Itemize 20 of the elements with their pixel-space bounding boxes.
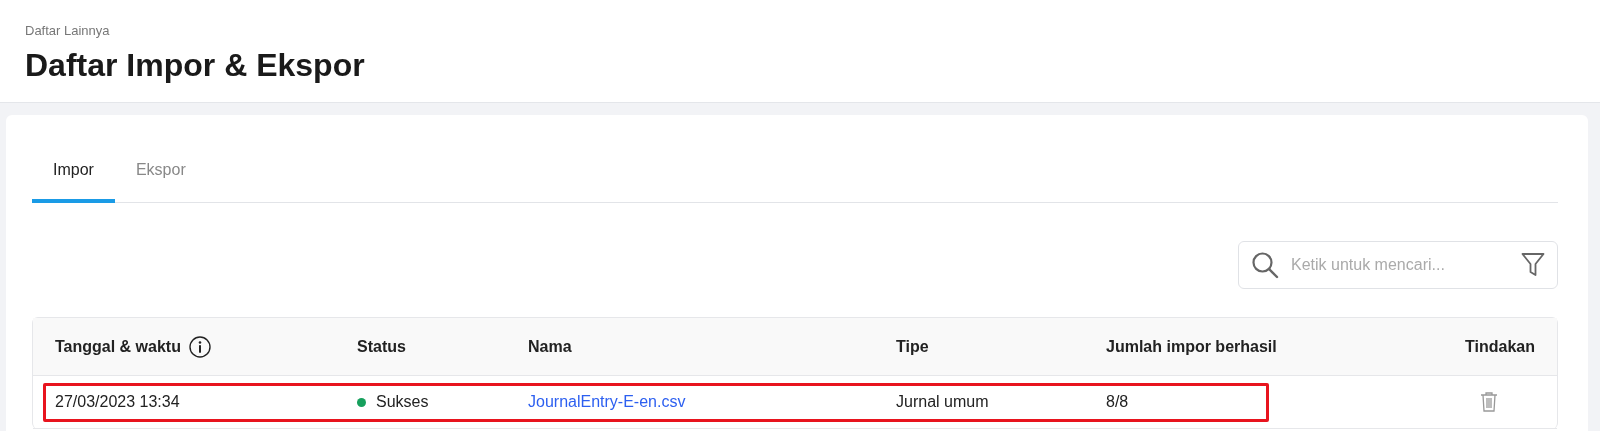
file-link[interactable]: JournalEntry-E-en.csv [528, 393, 686, 410]
column-header: Nama [528, 337, 572, 356]
tab[interactable]: Ekspor [114, 149, 207, 203]
delete-button[interactable] [1479, 391, 1499, 413]
column-header: Tindakan [1465, 337, 1535, 356]
table-cell-text: 8/8 [1106, 393, 1130, 411]
table-cell-text: 27/03/2023 13:34 [55, 393, 181, 411]
column-header: Jumlah impor berhasil [1106, 337, 1277, 356]
search-icon [1251, 251, 1279, 279]
column-header: Tipe [896, 337, 929, 356]
breadcrumb[interactable]: Daftar Lainnya [25, 23, 110, 38]
tab[interactable]: Impor [32, 149, 115, 203]
page-title: Daftar Impor & Ekspor [25, 47, 365, 84]
search-box[interactable]: Ketik untuk mencari... [1238, 241, 1558, 289]
column-header: Status [357, 337, 406, 356]
filter-icon[interactable] [1521, 252, 1545, 278]
status-text: Sukses [376, 393, 429, 411]
table-cell-text: Jurnal umum [896, 393, 990, 411]
info-icon[interactable] [188, 335, 211, 358]
column-header: Tanggal & waktu [55, 337, 181, 356]
